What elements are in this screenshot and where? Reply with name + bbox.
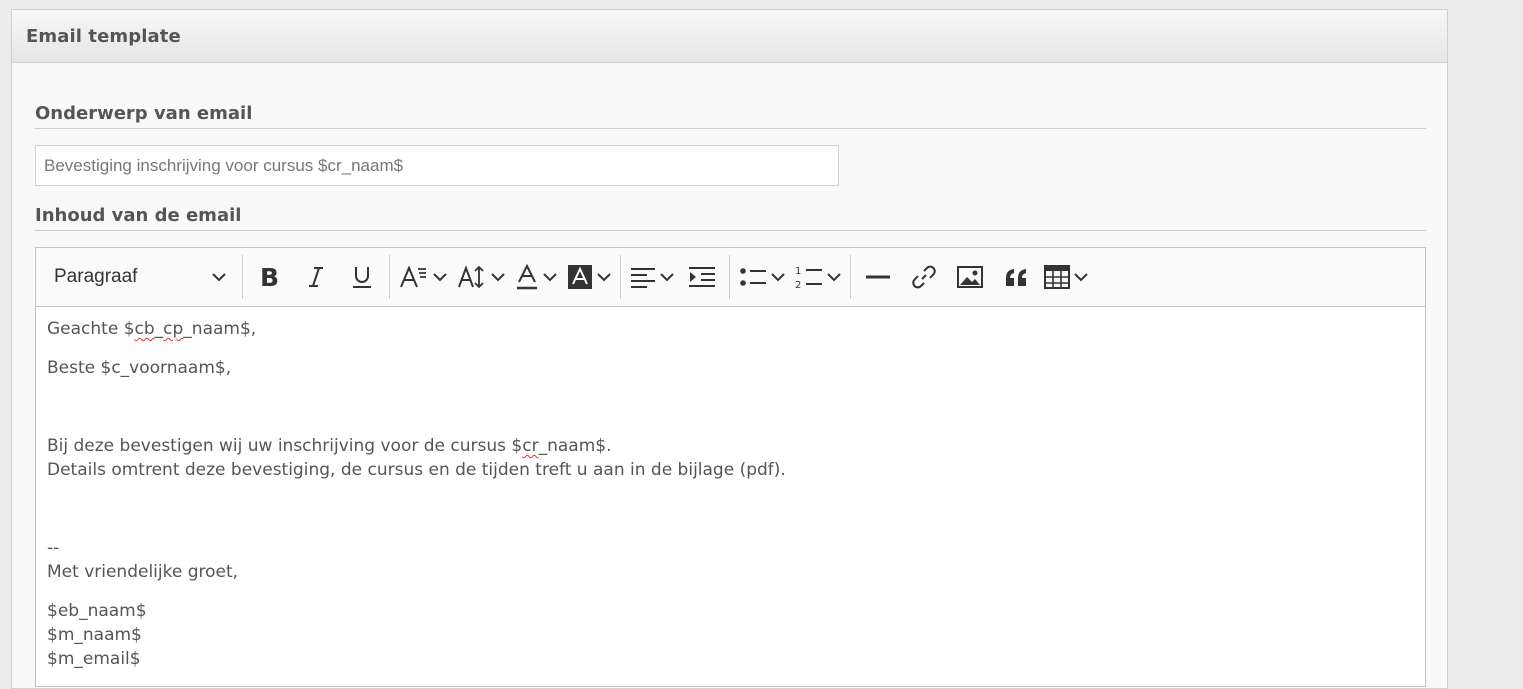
chevron-down-icon [543,273,557,282]
indent-button[interactable] [679,255,725,299]
subject-label: Onderwerp van email [35,103,1426,129]
chevron-down-icon [212,273,226,282]
toolbar-separator [850,255,851,299]
font-background-icon [568,265,592,289]
toolbar-separator [729,255,730,299]
horizontal-line-button[interactable] [855,255,901,299]
closing-line: Met vriendelijke groet, [47,562,239,582]
heading-dropdown[interactable]: Paragraaf [42,255,238,299]
toolbar-separator [242,255,243,299]
subject-input[interactable] [35,145,839,186]
heading-dropdown-label: Paragraaf [54,266,138,287]
font-background-button[interactable] [562,255,616,299]
svg-text:B: B [260,265,279,289]
link-button[interactable] [901,255,947,299]
font-family-icon [400,265,426,288]
font-size-button[interactable] [452,255,510,299]
editor-toolbar: Paragraaf B 1 2 [36,248,1425,307]
numbered-list-icon: 12 [795,266,822,290]
panel-title: Email template [26,25,181,47]
signature-dash: -- [47,538,60,558]
bold-icon: B [260,265,279,289]
image-icon [957,266,983,288]
svg-text:2: 2 [795,280,801,290]
svg-text:1: 1 [795,266,801,277]
spelling-error: cr [522,436,539,456]
font-family-button[interactable] [394,255,452,299]
font-size-icon [458,265,484,289]
empty-line [47,497,1414,521]
greeting-line: Beste $c_voornaam$, [47,358,232,378]
chevron-down-icon [1074,273,1088,282]
spelling-error: cb [134,319,155,339]
table-icon [1044,265,1070,289]
spelling-error: cp [163,319,184,339]
signature-line: $m_email$ [47,649,141,669]
link-icon [912,265,936,289]
chevron-down-icon [597,273,611,282]
toolbar-separator [620,255,621,299]
image-button[interactable] [947,255,993,299]
bulleted-list-icon [740,268,766,286]
numbered-list-button[interactable]: 12 [790,255,846,299]
signature-line: $eb_naam$ [47,601,147,621]
greeting-line: Geachte $cb_cp_naam$, [47,319,257,339]
signature-line: $m_naam$ [47,625,142,645]
editor-content[interactable]: Geachte $cb_cp_naam$, Beste $c_voornaam$… [36,307,1425,681]
panel-header: Email template [12,10,1447,63]
body-label: Inhoud van de email [35,205,1426,231]
italic-button[interactable] [293,255,339,299]
italic-icon [309,267,323,287]
chevron-down-icon [771,273,785,282]
toolbar-separator [389,255,390,299]
alignment-icon [631,268,655,288]
email-template-panel: Email template Onderwerp van email Inhou… [11,9,1448,689]
font-color-icon [517,264,537,290]
blockquote-button[interactable] [993,255,1039,299]
chevron-down-icon [660,273,674,282]
underline-button[interactable] [339,255,385,299]
chevron-down-icon [491,273,505,282]
rich-text-editor: Paragraaf B 1 2 Geachte $cb_cp_naam$, Be… [35,247,1426,687]
horizontal-line-icon [866,275,890,279]
alignment-button[interactable] [625,255,679,299]
body-paragraph: Bij deze bevestigen wij uw inschrijving … [47,436,612,456]
body-paragraph: Details omtrent deze bevestiging, de cur… [47,460,786,480]
font-color-button[interactable] [510,255,562,299]
empty-line [47,395,1414,419]
indent-icon [689,267,715,287]
bulleted-list-button[interactable] [734,255,790,299]
chevron-down-icon [827,273,841,282]
blockquote-icon [1006,269,1026,286]
chevron-down-icon [433,273,447,282]
bold-button[interactable]: B [247,255,293,299]
underline-icon [353,267,371,288]
table-button[interactable] [1039,255,1093,299]
